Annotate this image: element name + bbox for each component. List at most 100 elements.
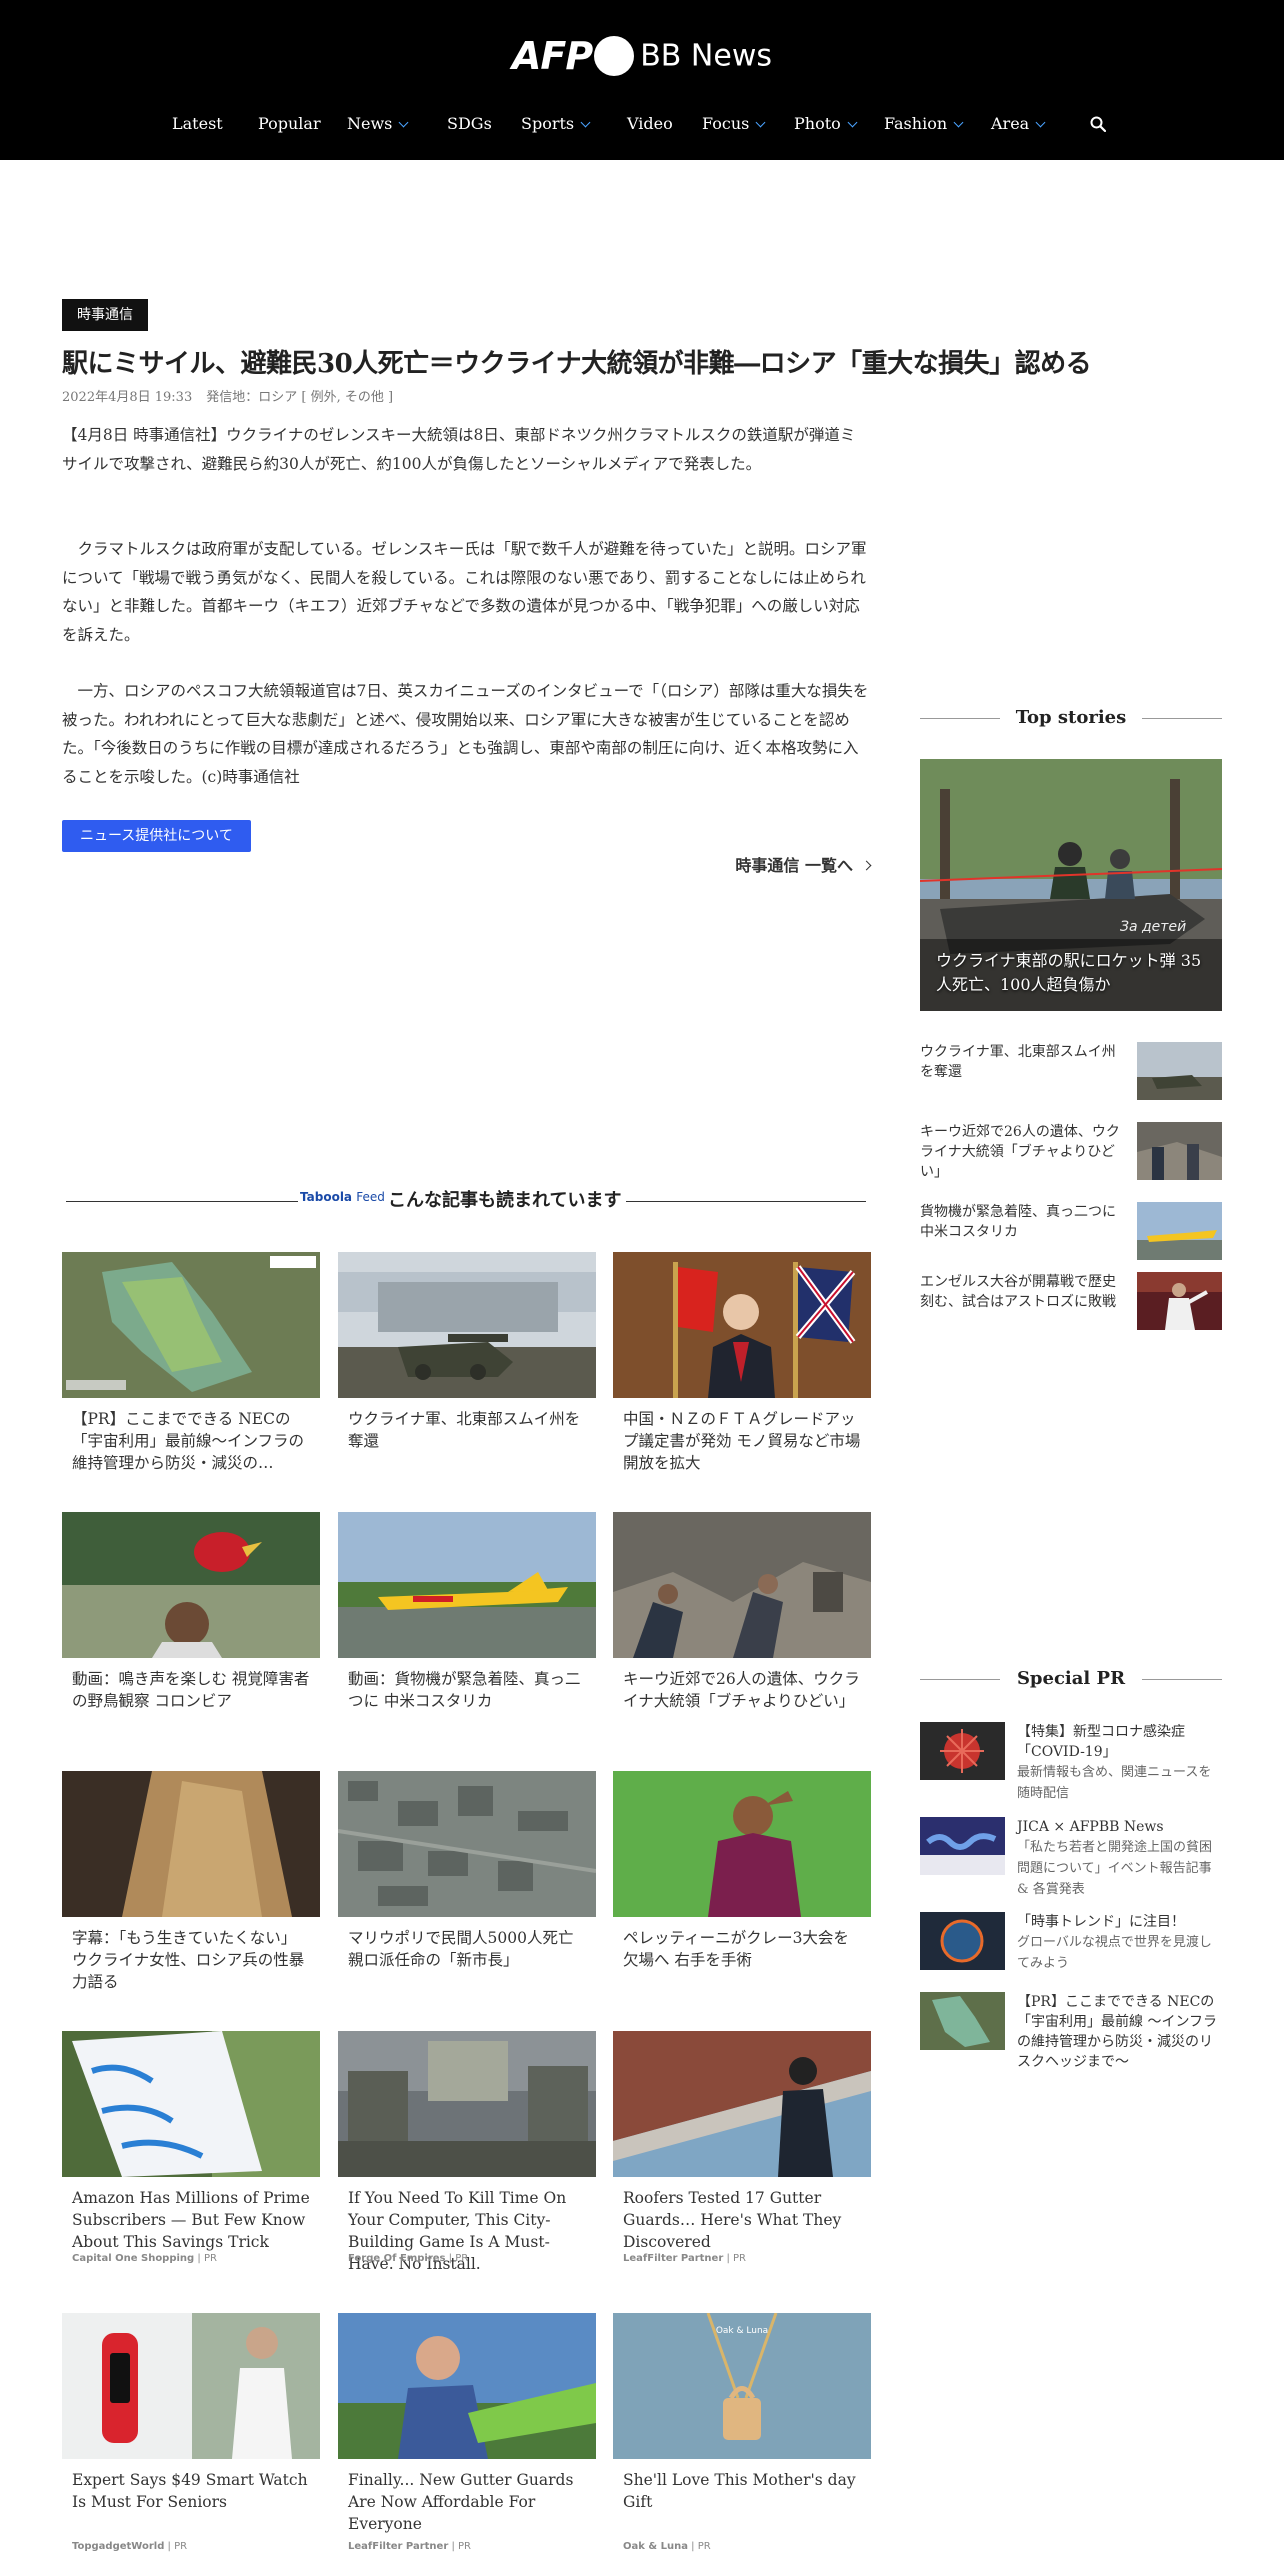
card-source[interactable]: TopgadgetWorld | PR bbox=[72, 2541, 187, 2552]
feed-card[interactable]: If You Need To Kill Time On Your Compute… bbox=[338, 2031, 596, 2273]
card-source[interactable]: Capital One Shopping | PR bbox=[72, 2253, 217, 2264]
pr-tag: PR bbox=[203, 2253, 217, 2264]
nav-fashion[interactable]: Fashion bbox=[884, 110, 964, 138]
source-name: LeafFilter Partner bbox=[348, 2541, 449, 2552]
feed-card[interactable]: Roofers Tested 17 Gutter Guards… Here's … bbox=[613, 2031, 871, 2271]
taboola-brand: Taboola bbox=[300, 1190, 353, 1204]
article-meta: 2022年4月8日 19:33 発信地：ロシア [ 例外, その他 ] bbox=[62, 386, 393, 405]
nav-label: Popular bbox=[258, 114, 321, 133]
feed-divider bbox=[626, 1201, 866, 1202]
feed-card[interactable]: 【PR】ここまでできる NECの「宇宙利用」最前線～インフラの維持管理から防災・… bbox=[62, 1252, 320, 1474]
nav-area[interactable]: Area bbox=[991, 110, 1046, 138]
hero-caption: ウクライナ東部の駅にロケット弾 35人死亡、100人超負傷か bbox=[936, 951, 1202, 994]
site-header: AFP BB News Latest Popular News SDGs Spor… bbox=[0, 0, 1284, 160]
source-badge[interactable]: 時事通信 bbox=[62, 299, 148, 331]
chevron-down-icon bbox=[847, 117, 858, 128]
nav-video[interactable]: Video bbox=[627, 110, 673, 138]
card-title: 【PR】ここまでできる NECの「宇宙利用」最前線～インフラの維持管理から防災・… bbox=[72, 1410, 305, 1472]
top-story-hero[interactable]: За детей ウクライナ東部の駅にロケット弾 35人死亡、100人超負傷か bbox=[920, 759, 1222, 1011]
feed-card[interactable]: キーウ近郊で26人の遺体、ウクライナ大統領「ブチャよりひどい」 bbox=[613, 1512, 871, 1712]
feed-card[interactable]: 字幕：「もう生きていたくない」 ウクライナ女性、ロシア兵の性暴力語る bbox=[62, 1771, 320, 1993]
top-story-thumbnail bbox=[1137, 1202, 1222, 1260]
hero-graffiti-text: За детей bbox=[1120, 919, 1186, 935]
pr-description: グローバルな視点で世界を見渡してみよう bbox=[1017, 1935, 1212, 1971]
special-pr-item[interactable]: 「時事トレンド」に注目！ グローバルな視点で世界を見渡してみよう bbox=[920, 1912, 1222, 1982]
nav-focus[interactable]: Focus bbox=[702, 110, 766, 138]
top-story-item[interactable]: キーウ近郊で26人の遺体、ウクライナ大統領「ブチャよりひどい」 bbox=[920, 1122, 1222, 1184]
thumb-brand-text: Oak & Luna bbox=[716, 2326, 768, 2336]
feed-card[interactable]: Finally... New Gutter Guards Are Now Aff… bbox=[338, 2313, 596, 2558]
card-thumbnail bbox=[62, 1771, 320, 1917]
top-story-title: 貨物機が緊急着陸、真っ二つに 中米コスタリカ bbox=[920, 1204, 1116, 1240]
nav-latest[interactable]: Latest bbox=[172, 110, 223, 138]
pr-title: 【PR】ここまでできる NECの「宇宙利用」最前線 ～インフラの維持管理から防災… bbox=[1017, 1994, 1218, 2070]
card-thumbnail bbox=[62, 2313, 320, 2459]
pr-description: 「私たち若者と開発途上国の貧困問題について」イベント報告記事 & 各賞発表 bbox=[1017, 1840, 1213, 1897]
special-pr-item[interactable]: 【特集】新型コロナ感染症「COVID-19」 最新情報も含め、関連ニュースを随時配… bbox=[920, 1722, 1222, 1801]
card-thumbnail bbox=[62, 2031, 320, 2177]
nav-label: Photo bbox=[794, 114, 841, 133]
nav-label: Focus bbox=[702, 114, 750, 133]
top-story-thumbnail bbox=[1137, 1042, 1222, 1100]
special-pr-item[interactable]: 【PR】ここまでできる NECの「宇宙利用」最前線 ～インフラの維持管理から防災… bbox=[920, 1992, 1222, 2072]
special-pr-item[interactable]: JICA × AFPBB News 「私たち若者と開発途上国の貧困問題について」イ… bbox=[920, 1817, 1222, 1897]
feed-card[interactable]: Expert Says $49 Smart Watch Is Must For … bbox=[62, 2313, 320, 2558]
top-stories-heading: Top stories bbox=[920, 706, 1222, 730]
feed-card[interactable]: 中国・ＮＺのＦＴＡグレードアップ議定書が発効 モノ貿易など市場開放を拡大 bbox=[613, 1252, 871, 1474]
heading-rule bbox=[1142, 718, 1222, 719]
top-story-thumbnail bbox=[1137, 1272, 1222, 1330]
article-headline: 駅にミサイル、避難民30人死亡＝ウクライナ大統領が非難―ロシア「重大な損失」認め… bbox=[62, 349, 1092, 379]
news-provider-button[interactable]: ニュース提供社について bbox=[62, 820, 251, 852]
card-title: 中国・ＮＺのＦＴＡグレードアップ議定書が発効 モノ貿易など市場開放を拡大 bbox=[623, 1410, 861, 1472]
card-thumbnail bbox=[338, 2031, 596, 2177]
feed-card[interactable]: ペレッティーニがクレー3大会を欠場へ 右手を手術 bbox=[613, 1771, 871, 1971]
card-thumbnail bbox=[338, 1512, 596, 1658]
card-source[interactable]: Oak & Luna | PR bbox=[623, 2541, 711, 2552]
feed-card[interactable]: ウクライナ軍、北東部スムイ州を奪還 bbox=[338, 1252, 596, 1452]
top-story-item[interactable]: 貨物機が緊急着陸、真っ二つに 中米コスタリカ bbox=[920, 1202, 1222, 1264]
nav-sdgs[interactable]: SDGs bbox=[447, 110, 492, 138]
pr-tag: PR bbox=[174, 2541, 188, 2552]
nav-sports[interactable]: Sports bbox=[521, 110, 591, 138]
card-title: キーウ近郊で26人の遺体、ウクライナ大統領「ブチャよりひどい」 bbox=[623, 1670, 860, 1710]
pr-title: 【特集】新型コロナ感染症「COVID-19」 bbox=[1017, 1724, 1185, 1760]
card-source[interactable]: LeafFilter Partner | PR bbox=[348, 2541, 471, 2552]
taboola-logo[interactable]: Taboola Feed bbox=[300, 1190, 385, 1204]
nav-photo[interactable]: Photo bbox=[794, 110, 858, 138]
card-title: ウクライナ軍、北東部スムイ州を奪還 bbox=[348, 1410, 581, 1450]
logo-afp: AFP bbox=[512, 34, 593, 78]
source-list-link[interactable]: 時事通信 一覧へ bbox=[720, 852, 872, 876]
card-title: She'll Love This Mother's day Gift bbox=[623, 2471, 856, 2511]
feed-card[interactable]: 動画：貨物機が緊急着陸、真っ二つに 中米コスタリカ bbox=[338, 1512, 596, 1712]
feed-card[interactable]: マリウポリで民間人5000人死亡 親ロ派任命の「新市長」 bbox=[338, 1771, 596, 1971]
feed-card[interactable]: 動画：鳴き声を楽しむ 視覚障害者の野鳥観察 コロンビア bbox=[62, 1512, 320, 1712]
card-source[interactable]: LeafFilter Partner | PR bbox=[623, 2253, 746, 2264]
card-thumbnail bbox=[613, 1512, 871, 1658]
card-source[interactable]: Forge Of Empires | PR bbox=[348, 2253, 468, 2264]
card-thumbnail bbox=[338, 2313, 596, 2459]
nav-label: Fashion bbox=[884, 114, 948, 133]
pr-tag: PR bbox=[697, 2541, 711, 2552]
chevron-down-icon bbox=[580, 117, 591, 128]
afpbb-logo[interactable]: AFP BB News bbox=[0, 34, 1284, 78]
top-story-title: キーウ近郊で26人の遺体、ウクライナ大統領「ブチャよりひどい」 bbox=[920, 1124, 1120, 1180]
feed-card[interactable]: Oak & Luna She'll Love This Mother's day… bbox=[613, 2313, 871, 2558]
top-story-item[interactable]: エンゼルス大谷が開幕戦で歴史刻む、試合はアストロズに敗戦 bbox=[920, 1272, 1222, 1334]
chevron-down-icon bbox=[398, 117, 409, 128]
chevron-down-icon bbox=[1035, 117, 1046, 128]
pr-tag: PR bbox=[458, 2541, 471, 2552]
top-story-item[interactable]: ウクライナ軍、北東部スムイ州を奪還 bbox=[920, 1042, 1222, 1104]
card-thumbnail: Oak & Luna bbox=[613, 2313, 871, 2459]
search-icon[interactable] bbox=[1090, 116, 1106, 132]
list-link-label: 時事通信 一覧へ bbox=[735, 856, 853, 875]
card-thumbnail bbox=[613, 2031, 871, 2177]
taboola-feed-label: Feed bbox=[356, 1190, 385, 1204]
nav-label: News bbox=[347, 114, 393, 133]
nav-label: Sports bbox=[521, 114, 575, 133]
source-name: TopgadgetWorld bbox=[72, 2541, 165, 2552]
nav-news[interactable]: News bbox=[347, 110, 409, 138]
pr-thumbnail bbox=[920, 1817, 1005, 1875]
card-thumbnail bbox=[338, 1771, 596, 1917]
feed-card[interactable]: Amazon Has Millions of Prime Subscribers… bbox=[62, 2031, 320, 2271]
nav-popular[interactable]: Popular bbox=[258, 110, 321, 138]
